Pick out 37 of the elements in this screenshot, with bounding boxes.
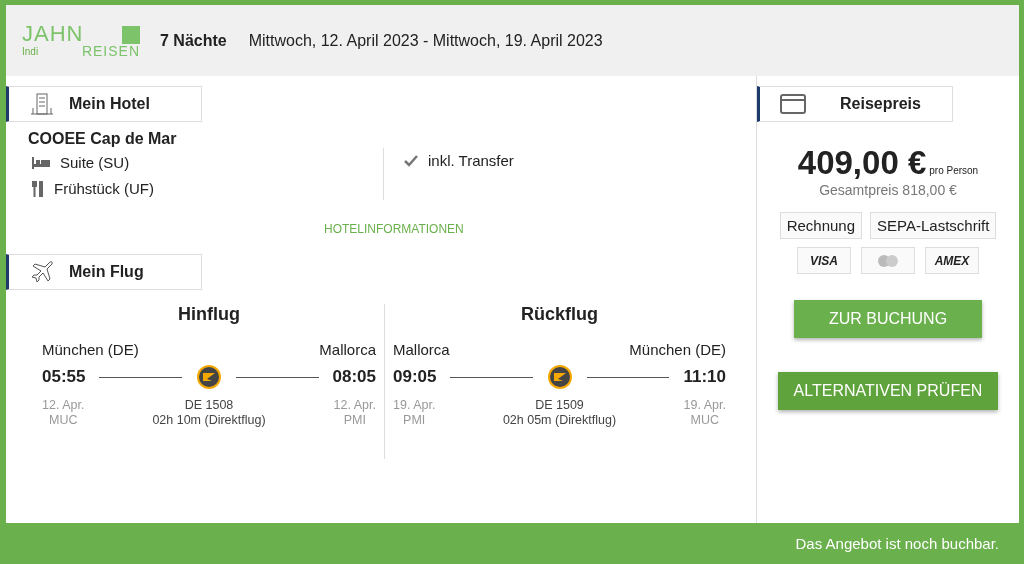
total-price: Gesamtpreis 818,00 € — [819, 182, 957, 198]
alternatives-button[interactable]: ALTERNATIVEN PRÜFEN — [777, 372, 999, 410]
flight-direction: Rückflug — [520, 304, 599, 325]
arrival-info: 19. Apr. MUC — [683, 398, 726, 428]
board-type: Frühstück (UF) — [54, 180, 154, 197]
arrival-time: 11:10 — [683, 367, 726, 387]
arrival-time: 08:05 — [332, 367, 376, 387]
transfer-info: inkl. Transfer — [428, 152, 514, 169]
visa-card: VISA — [797, 247, 851, 274]
departure-info: 12. Apr. MUC — [42, 398, 85, 428]
room-type: Suite (SU) — [60, 154, 130, 171]
book-button[interactable]: ZUR BUCHUNG — [794, 300, 982, 338]
payment-method: SEPA-Lastschrift — [870, 212, 997, 239]
departure-city: Mallorca — [393, 341, 450, 358]
arrival-city: München (DE) — [629, 341, 726, 358]
flight-info: DE 1509 02h 05m (Direktflug) — [502, 398, 617, 428]
departure-time: 05:55 — [42, 367, 86, 387]
flight-direction: Hinflug — [177, 304, 241, 325]
travel-dates: Mittwoch, 12. April 2023 - Mittwoch, 19. April 2023 — [248, 31, 603, 50]
flight-info: DE 1508 02h 10m (Direktflug) — [152, 398, 266, 428]
section-heading: Mein Hotel — [6, 86, 202, 122]
departure-time: 09:05 — [393, 367, 437, 387]
price-unit: pro Person — [929, 165, 979, 176]
departure-city: München (DE) — [42, 341, 139, 358]
hotel-name: COOEE Cap de Mar — [28, 130, 178, 148]
price-per-person: 409,00 € — [797, 144, 927, 182]
departure-info: 19. Apr. PMI — [393, 398, 436, 428]
payment-method: Rechnung — [779, 212, 863, 239]
hotel-info-link[interactable]: HOTELINFORMATIONEN — [324, 222, 464, 236]
section-heading: Reisepreis — [757, 86, 953, 122]
arrival-city: Mallorca — [319, 341, 376, 358]
section-heading: Mein Flug — [6, 254, 202, 290]
nights: 7 Nächte — [160, 31, 227, 50]
logo: JAHN Indi REISEN — [22, 23, 140, 58]
amex-card: AMEX — [925, 247, 979, 274]
status-message: Das Angebot ist noch buchbar. — [794, 534, 1000, 554]
arrival-info: 12. Apr. PMI — [333, 398, 376, 428]
